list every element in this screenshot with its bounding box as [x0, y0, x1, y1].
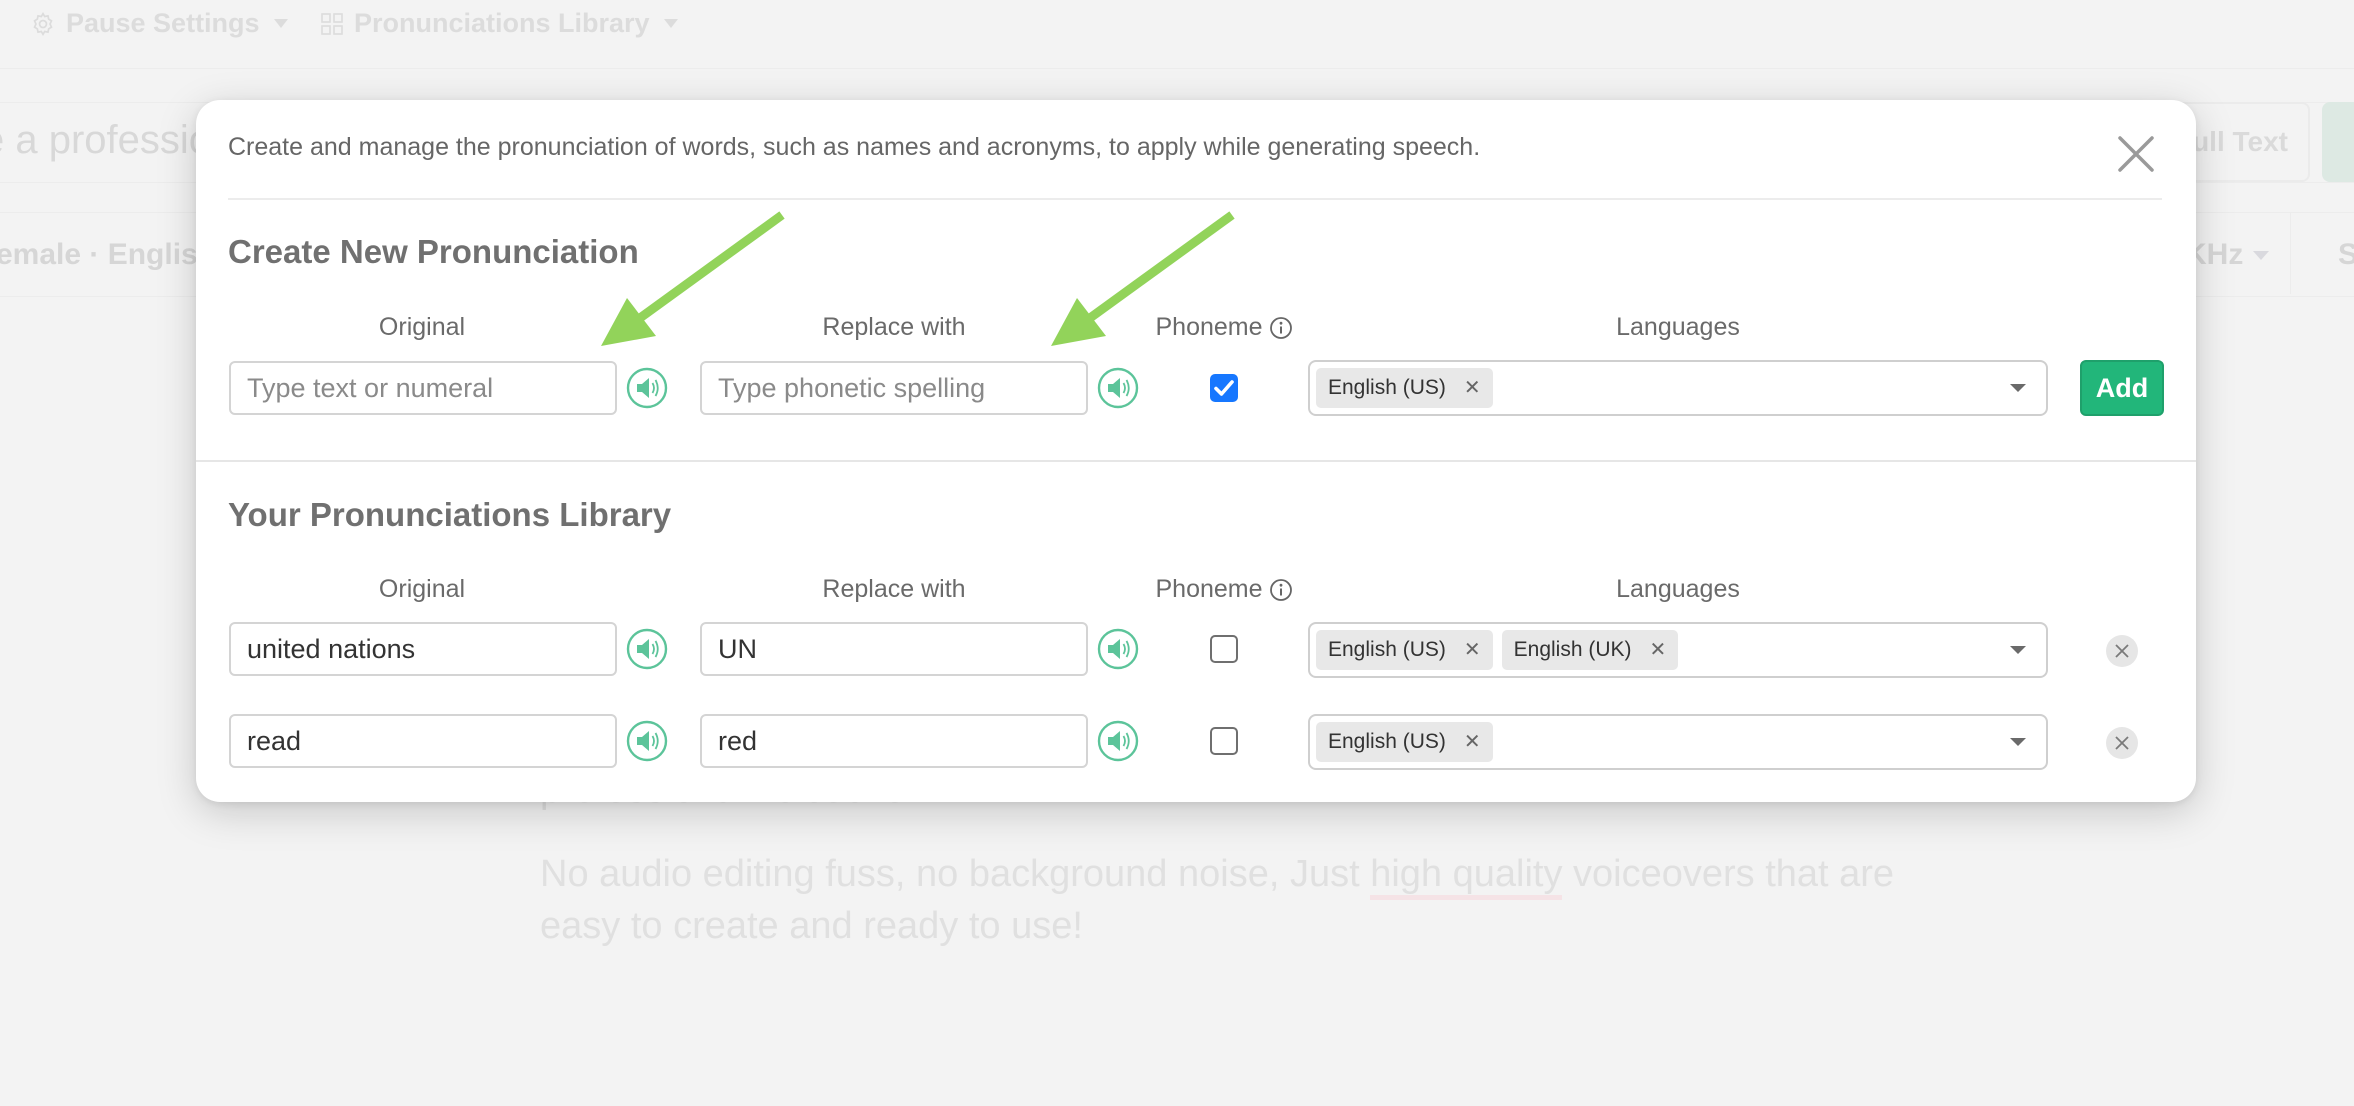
speaker-icon: [1097, 628, 1139, 670]
phoneme-label: Phoneme: [1155, 313, 1263, 341]
background-paragraph-line1: No audio editing fuss, no background noi…: [540, 848, 1894, 900]
column-label-replace: Replace with: [822, 313, 966, 341]
remove-language-icon[interactable]: ✕: [1650, 640, 1667, 660]
chevron-down-icon: [663, 19, 678, 28]
info-icon[interactable]: [1269, 578, 1293, 602]
delete-pronunciation-button[interactable]: [2106, 727, 2138, 759]
speaker-icon: [626, 628, 668, 670]
pause-settings-menu: Pause Settings: [30, 8, 288, 39]
modal-description: Create and manage the pronunciation of w…: [228, 133, 1481, 161]
background-toolbar: Pause Settings Pronunciations Library: [0, 0, 2354, 48]
column-label-languages: Languages: [1616, 575, 1740, 603]
speaker-icon: [626, 367, 668, 409]
new-phoneme-checkbox[interactable]: [1210, 374, 1238, 402]
create-section-title: Create New Pronunciation: [228, 233, 639, 270]
column-label-replace: Replace with: [822, 575, 966, 603]
gear-icon: [33, 11, 53, 36]
column-label-languages: Languages: [1616, 313, 1740, 341]
chevron-down-icon[interactable]: [2010, 646, 2026, 654]
language-chip-label: English (US): [1328, 376, 1446, 399]
new-original-input[interactable]: [229, 361, 617, 415]
language-chip: English (UK) ✕: [1501, 630, 1679, 670]
row-phoneme-checkbox[interactable]: [1210, 727, 1238, 755]
background-divider: [0, 68, 2354, 69]
background-voice-selector: emale · English: [0, 238, 217, 271]
phoneme-label: Phoneme: [1155, 575, 1263, 603]
row-original-input[interactable]: [229, 714, 617, 768]
language-chips: English (US) ✕: [1316, 722, 1493, 762]
new-replace-input[interactable]: [700, 361, 1088, 415]
info-icon[interactable]: [1269, 316, 1293, 340]
language-chips: English (US) ✕: [1316, 368, 1493, 408]
preview-replace-button[interactable]: [1097, 720, 1139, 762]
language-chip-label: English (UK): [1513, 638, 1632, 661]
column-label-original: Original: [378, 313, 466, 341]
row-phoneme-checkbox[interactable]: [1210, 635, 1238, 663]
background-green-button: [2322, 102, 2354, 182]
language-chip: English (US) ✕: [1316, 630, 1493, 670]
add-pronunciation-button[interactable]: Add: [2080, 360, 2164, 416]
new-languages-select[interactable]: English (US) ✕: [1308, 360, 2048, 416]
remove-language-icon[interactable]: ✕: [1464, 378, 1481, 398]
close-icon: [2115, 644, 2129, 658]
remove-language-icon[interactable]: ✕: [1464, 732, 1481, 752]
header-divider: [228, 198, 2162, 200]
column-label-original: Original: [378, 575, 466, 603]
row-replace-input[interactable]: [700, 622, 1088, 676]
pause-settings-label: Pause Settings: [66, 8, 260, 38]
background-separator: [2290, 212, 2291, 294]
row-languages-select[interactable]: English (US) ✕ English (UK) ✕: [1308, 622, 2048, 678]
speaker-icon: [1097, 367, 1139, 409]
preview-original-button[interactable]: [626, 628, 668, 670]
column-label-phoneme: Phoneme: [1154, 313, 1294, 342]
pronunciations-library-label: Pronunciations Library: [354, 8, 650, 38]
language-chip: English (US) ✕: [1316, 722, 1493, 762]
paragraph-text: No audio editing fuss, no background noi…: [540, 853, 1371, 895]
paragraph-text: voiceovers that are: [1562, 853, 1895, 895]
row-original-input[interactable]: [229, 622, 617, 676]
remove-language-icon[interactable]: ✕: [1464, 640, 1481, 660]
language-chip-label: English (US): [1328, 638, 1446, 661]
preview-replace-button[interactable]: [1097, 628, 1139, 670]
section-divider: [196, 460, 2196, 462]
checkmark-icon: [1214, 380, 1234, 396]
column-label-phoneme: Phoneme: [1154, 575, 1294, 604]
chevron-down-icon[interactable]: [2010, 384, 2026, 392]
pronunciations-library-menu: Pronunciations Library: [320, 8, 678, 39]
delete-pronunciation-button[interactable]: [2106, 635, 2138, 667]
speaker-icon: [1097, 720, 1139, 762]
library-section-title: Your Pronunciations Library: [228, 496, 672, 533]
preview-original-button[interactable]: [626, 367, 668, 409]
preview-original-button[interactable]: [626, 720, 668, 762]
row-replace-input[interactable]: [700, 714, 1088, 768]
chevron-down-icon: [2253, 250, 2270, 260]
background-paragraph-line2: easy to create and ready to use!: [540, 905, 1083, 947]
speaker-icon: [626, 720, 668, 762]
paragraph-highlight: high quality: [1370, 853, 1563, 900]
preview-replace-button[interactable]: [1097, 367, 1139, 409]
background-project-title: e a professio: [0, 118, 212, 162]
pronunciations-modal: Create and manage the pronunciation of w…: [196, 100, 2196, 802]
language-chip-label: English (US): [1328, 730, 1446, 753]
close-icon: [2118, 136, 2154, 172]
language-chip: English (US) ✕: [1316, 368, 1493, 408]
close-icon: [2115, 736, 2129, 750]
close-button[interactable]: [2116, 134, 2156, 174]
language-chips: English (US) ✕ English (UK) ✕: [1316, 630, 1679, 670]
full-text-label: ull Text: [2192, 126, 2288, 157]
chevron-down-icon[interactable]: [2010, 738, 2026, 746]
background-right-fragment: S: [2338, 238, 2354, 271]
row-languages-select[interactable]: English (US) ✕: [1308, 714, 2048, 770]
chevron-down-icon: [273, 19, 288, 28]
grid-icon: [321, 12, 343, 35]
